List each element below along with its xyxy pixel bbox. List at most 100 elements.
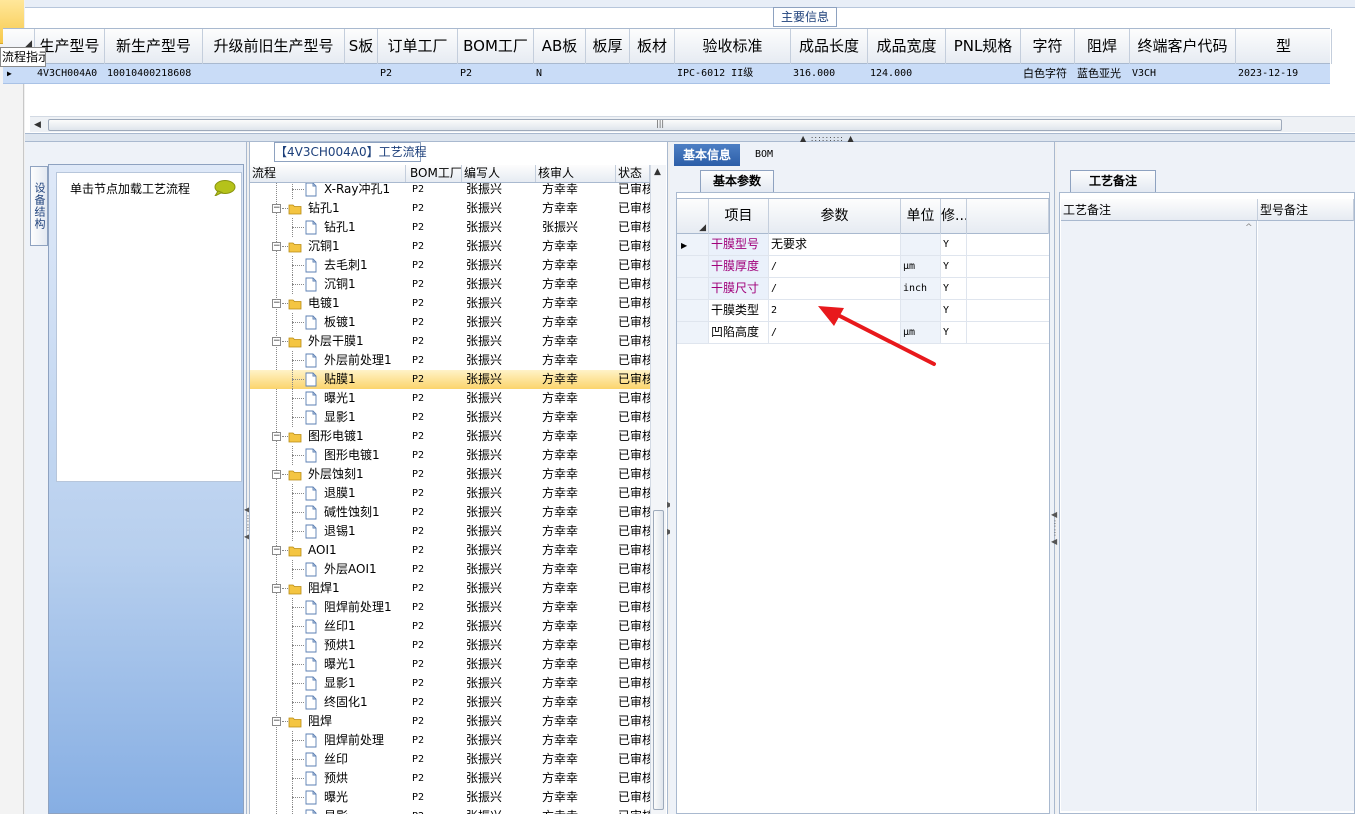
params-col-header[interactable]: 参数 — [769, 199, 901, 234]
flow-col-header[interactable]: 状态 — [616, 165, 650, 182]
flow-tree-row[interactable]: 阻焊前处理 P2 张振兴 方幸幸 已审核 — [250, 731, 650, 750]
col-header[interactable]: 新生产型号 — [105, 29, 203, 64]
params-row[interactable]: ▶ 干膜型号 无要求 Y — [677, 234, 1049, 256]
cell[interactable]: 316.000 — [793, 64, 868, 84]
flow-tree-row[interactable]: 显影 P2 张振兴 方幸幸已审核 — [250, 807, 650, 814]
col-header[interactable]: BOM工厂 — [458, 29, 534, 64]
flow-tree-row[interactable]: 曝光 P2 张振兴 方幸幸 已审核 — [250, 788, 650, 807]
cell[interactable]: 蓝色亚光 — [1077, 64, 1130, 84]
collapse-toggle-icon[interactable]: − — [272, 299, 281, 308]
cell[interactable] — [588, 64, 630, 84]
flow-col-header[interactable]: BOM工厂 — [408, 165, 462, 182]
collapse-toggle-icon[interactable]: − — [272, 584, 281, 593]
flow-col-header[interactable]: 流程 — [250, 165, 406, 182]
cell[interactable] — [347, 64, 378, 84]
flow-tree-row[interactable]: − 沉铜1 P2 张振兴 方幸幸 已审核 — [250, 237, 650, 256]
cell[interactable]: P2 — [380, 64, 458, 84]
collapse-toggle-icon[interactable]: − — [272, 470, 281, 479]
flow-tree-row[interactable]: − 图形电镀1 P2 张振兴 方幸幸 已审核 — [250, 427, 650, 446]
flow-tree-row[interactable]: 终固化1 P2 张振兴 方幸幸 已审核 — [250, 693, 650, 712]
col-header[interactable]: PNL规格 — [946, 29, 1021, 64]
cell[interactable] — [632, 64, 675, 84]
col-header[interactable]: 验收标准 — [675, 29, 791, 64]
cell[interactable]: P2 — [460, 64, 534, 84]
scrollbar-thumb[interactable] — [653, 510, 664, 810]
equipment-structure-tab[interactable]: 设备结构 — [30, 166, 48, 246]
col-header[interactable]: 阻焊 — [1075, 29, 1130, 64]
cell[interactable]: V3CH — [1132, 64, 1236, 84]
cell[interactable]: 124.000 — [870, 64, 946, 84]
cell[interactable] — [948, 64, 1021, 84]
params-col-header[interactable]: 项目 — [709, 199, 769, 234]
flow-tree-row[interactable]: 板镀1 P2 张振兴 方幸幸 已审核 — [250, 313, 650, 332]
flow-tree-row[interactable]: − 阻焊1 P2 张振兴 方幸幸 已审核 — [250, 579, 650, 598]
scroll-left-icon[interactable]: ◀ — [34, 120, 41, 130]
process-hint-tab[interactable]: 流程指示 — [0, 47, 46, 67]
collapse-toggle-icon[interactable]: − — [272, 432, 281, 441]
flow-tree-row[interactable]: 图形电镀1 P2 张振兴 方幸幸 已审核 — [250, 446, 650, 465]
col-header[interactable]: 板材 — [630, 29, 675, 64]
col-header[interactable]: 订单工厂 — [378, 29, 458, 64]
cell[interactable]: 4V3CH004A0 — [37, 64, 105, 84]
param-value[interactable]: / — [769, 256, 901, 277]
cell[interactable]: 2023-12-19 — [1238, 64, 1332, 84]
flow-tree-row[interactable]: 外层AOI1 P2 张振兴 方幸幸 已审核 — [250, 560, 650, 579]
collapse-toggle-icon[interactable]: − — [272, 204, 281, 213]
flow-tree-row[interactable]: 显影1 P2 张振兴 方幸幸 已审核 — [250, 674, 650, 693]
flow-tree-row[interactable]: 丝印1 P2 张振兴 方幸幸 已审核 — [250, 617, 650, 636]
flow-tree-row[interactable]: 阻焊前处理1 P2 张振兴 方幸幸 已审核 — [250, 598, 650, 617]
flow-col-header[interactable]: 编写人 — [462, 165, 536, 182]
flow-tree-row[interactable]: 显影1 P2 张振兴 方幸幸 已审核 — [250, 408, 650, 427]
col-header[interactable]: 成品宽度 — [868, 29, 946, 64]
params-row[interactable]: 干膜厚度 / μm Y — [677, 256, 1049, 278]
col-header[interactable]: AB板 — [534, 29, 586, 64]
flow-tree-row[interactable]: 钻孔1 P2 张振兴 张振兴 已审核 — [250, 218, 650, 237]
params-col-header[interactable]: 修... — [941, 199, 967, 234]
model-remark-textarea[interactable] — [1258, 221, 1354, 811]
cell[interactable]: 白色字符 — [1023, 64, 1075, 84]
flow-tree-row[interactable]: − 阻焊 P2 张振兴 方幸幸 已审核 — [250, 712, 650, 731]
chat-bubble-icon[interactable] — [212, 180, 236, 196]
flow-tree-row[interactable]: − 钻孔1 P2 张振兴 方幸幸 已审核 — [250, 199, 650, 218]
param-value[interactable]: 无要求 — [769, 234, 901, 255]
main-grid-row[interactable]: ▶ 4V3CH004A0 10010400218608 P2 P2 N IPC-6012 I… — [3, 64, 1330, 84]
flow-tree-row[interactable]: − AOI1 P2 张振兴 方幸幸 已审核 — [250, 541, 650, 560]
cell[interactable]: IPC-6012 II级 — [677, 64, 791, 84]
scroll-up-icon[interactable]: ^ — [1245, 223, 1253, 233]
click-load-process-label[interactable]: 单击节点加载工艺流程 — [70, 180, 190, 197]
tab-bom[interactable]: BOM — [744, 144, 784, 166]
flow-tree-row[interactable]: 曝光1 P2 张振兴 方幸幸 已审核 — [250, 655, 650, 674]
horizontal-splitter[interactable]: ▲ ::::::::: ▲ — [25, 134, 1355, 143]
params-col-header[interactable]: 单位 — [901, 199, 941, 234]
flow-tree-row[interactable]: 预烘1 P2 张振兴 方幸幸 已审核 — [250, 636, 650, 655]
col-header[interactable]: 升级前旧生产型号 — [203, 29, 345, 64]
flow-tree-row[interactable]: 曝光1 P2 张振兴 方幸幸 已审核 — [250, 389, 650, 408]
flow-tree-row[interactable]: 贴膜1 P2 张振兴 方幸幸 已审核 — [250, 370, 650, 389]
flow-tree-row[interactable]: 退膜1 P2 张振兴 方幸幸 已审核 — [250, 484, 650, 503]
scroll-up-icon[interactable]: ▲ — [654, 167, 661, 177]
cell[interactable]: 10010400218608 — [107, 64, 203, 84]
info-splitter-grip-icon[interactable]: ◀ ⋮ ⋮ ◀ — [1051, 510, 1059, 546]
flow-tree-row[interactable]: 外层前处理1 P2 张振兴 方幸幸 已审核 — [250, 351, 650, 370]
cell[interactable]: N — [536, 64, 586, 84]
collapse-toggle-icon[interactable]: − — [272, 717, 281, 726]
flow-tree-row[interactable]: 碱性蚀刻1 P2 张振兴 方幸幸 已审核 — [250, 503, 650, 522]
col-header[interactable]: S板 — [345, 29, 378, 64]
scrollbar-thumb[interactable] — [48, 119, 1282, 131]
flow-tree-row[interactable]: 退锡1 P2 张振兴 方幸幸 已审核 — [250, 522, 650, 541]
collapse-toggle-icon[interactable]: − — [272, 337, 281, 346]
params-row[interactable]: 干膜尺寸 / inch Y — [677, 278, 1049, 300]
flow-tree-row[interactable]: 沉铜1 P2 张振兴 方幸幸 已审核 — [250, 275, 650, 294]
col-header[interactable]: 板厚 — [586, 29, 630, 64]
collapse-toggle-icon[interactable]: − — [272, 546, 281, 555]
col-header[interactable]: 型 — [1236, 29, 1332, 64]
tab-process-remark[interactable]: 工艺备注 — [1070, 170, 1156, 192]
collapse-toggle-icon[interactable]: − — [272, 242, 281, 251]
tab-basic-params[interactable]: 基本参数 — [700, 170, 774, 192]
flow-tree-row[interactable]: 丝印 P2 张振兴 方幸幸 已审核 — [250, 750, 650, 769]
flow-tree-row[interactable]: 去毛刺1 P2 张振兴 方幸幸 已审核 — [250, 256, 650, 275]
col-header[interactable]: 终端客户代码 — [1130, 29, 1236, 64]
param-value[interactable]: / — [769, 278, 901, 299]
main-grid-hscrollbar[interactable]: ◀ ||| — [30, 116, 1355, 132]
cell[interactable] — [205, 64, 345, 84]
